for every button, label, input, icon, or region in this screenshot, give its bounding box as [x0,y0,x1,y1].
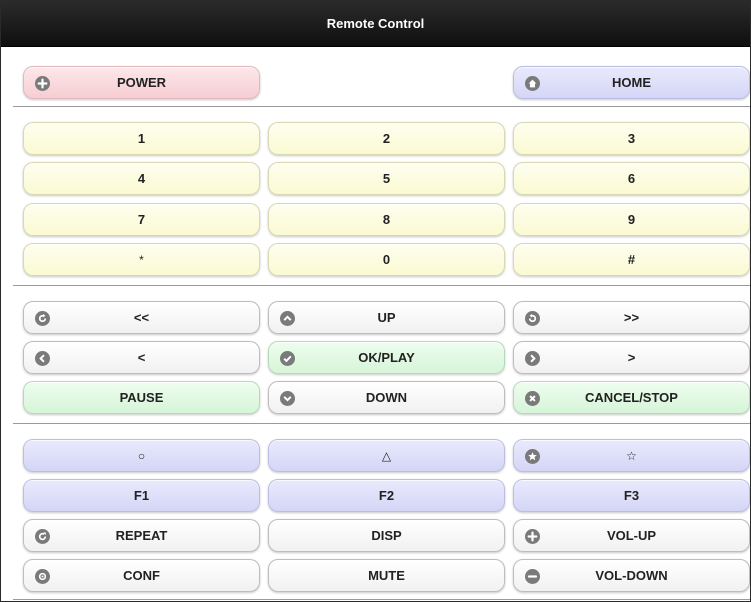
rewind-button[interactable]: << [23,301,260,334]
f3-button[interactable]: F3 [513,479,750,512]
key-3-button[interactable]: 3 [513,122,750,155]
forward-button[interactable]: >> [513,301,750,334]
remote-content: POWER HOME 1 2 3 4 5 6 7 8 9 * 0 # << UP… [1,47,750,601]
left-button[interactable]: < [23,341,260,374]
left-icon [35,351,50,366]
triangle-button[interactable]: △ [268,439,505,472]
plus-icon [525,529,540,544]
plus-icon [35,76,50,91]
key-0-button[interactable]: 0 [268,243,505,276]
key-6-button[interactable]: 6 [513,162,750,195]
down-icon [280,391,295,406]
key-8-button[interactable]: 8 [268,203,505,236]
key-4-button[interactable]: 4 [23,162,260,195]
up-button[interactable]: UP [268,301,505,334]
right-button[interactable]: > [513,341,750,374]
key-9-button[interactable]: 9 [513,203,750,236]
refresh-icon [35,529,50,544]
mute-button[interactable]: MUTE [268,559,505,592]
pause-button[interactable]: PAUSE [23,381,260,414]
star-button[interactable]: ☆ [513,439,750,472]
vol-up-button[interactable]: VOL-UP [513,519,750,552]
section-divider [13,423,750,424]
home-button[interactable]: HOME [513,66,750,99]
key-5-button[interactable]: 5 [268,162,505,195]
section-divider [13,599,750,600]
minus-icon [525,569,540,584]
ok-play-button[interactable]: OK/PLAY [268,341,505,374]
section-divider [13,106,750,107]
key-star-button[interactable]: * [23,243,260,276]
page-title: Remote Control [326,16,425,31]
section-divider [13,285,750,286]
check-icon [280,351,295,366]
remote-control-window: Remote Control POWER HOME 1 2 3 4 5 6 7 … [0,0,751,602]
key-7-button[interactable]: 7 [23,203,260,236]
star-icon [525,449,540,464]
f2-button[interactable]: F2 [268,479,505,512]
cancel-stop-button[interactable]: CANCEL/STOP [513,381,750,414]
disp-button[interactable]: DISP [268,519,505,552]
power-button[interactable]: POWER [23,66,260,99]
up-icon [280,311,295,326]
repeat-button[interactable]: REPEAT [23,519,260,552]
vol-down-button[interactable]: VOL-DOWN [513,559,750,592]
f1-button[interactable]: F1 [23,479,260,512]
forward-icon [525,311,540,326]
home-icon [525,76,540,91]
delete-icon [525,391,540,406]
circle-button[interactable]: ○ [23,439,260,472]
right-icon [525,351,540,366]
key-2-button[interactable]: 2 [268,122,505,155]
key-hash-button[interactable]: # [513,243,750,276]
down-button[interactable]: DOWN [268,381,505,414]
key-1-button[interactable]: 1 [23,122,260,155]
back-icon [35,311,50,326]
conf-button[interactable]: CONF [23,559,260,592]
gear-icon [35,569,50,584]
title-bar: Remote Control [1,1,750,47]
